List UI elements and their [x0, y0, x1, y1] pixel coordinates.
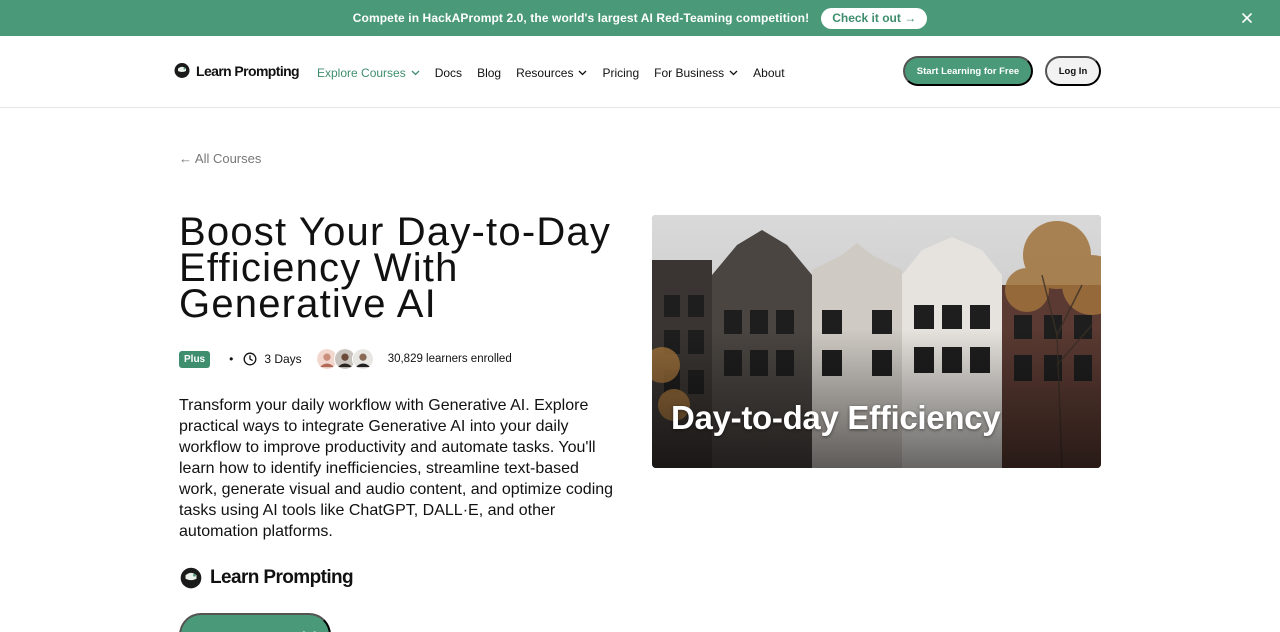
nav-about[interactable]: About [753, 66, 784, 80]
plus-badge: Plus [179, 350, 211, 368]
separator-dot: • [229, 352, 234, 366]
course-duration: 3 Days [264, 352, 302, 366]
banner-text: Compete in HackAPrompt 2.0, the world's … [352, 11, 810, 25]
main-nav: Explore Courses Docs Blog Resources Pric… [317, 66, 800, 80]
nav-label: Blog [477, 66, 502, 80]
log-in-button[interactable]: Log In [1045, 56, 1101, 86]
astronaut-logo-icon [174, 63, 190, 78]
nav-blog[interactable]: Blog [477, 66, 501, 80]
chevron-down-icon [411, 70, 420, 76]
logo-text: Learn Prompting [196, 62, 300, 79]
astronaut-logo-icon [180, 567, 202, 589]
chevron-down-icon [578, 70, 587, 76]
close-icon[interactable] [1238, 9, 1256, 27]
course-title: Boost Your Day-to-Day Efficiency With Ge… [179, 210, 612, 326]
announcement-banner: Compete in HackAPrompt 2.0, the world's … [0, 0, 1280, 36]
learners-count: 30,829 learners enrolled [387, 353, 512, 365]
nav-label: For Business [654, 66, 725, 80]
avatar [351, 348, 374, 370]
chevron-down-icon [729, 70, 738, 76]
nav-label: Pricing [602, 66, 640, 80]
clock-icon [243, 352, 257, 366]
learner-avatars [315, 348, 374, 370]
hero-caption: Day-to-day Efficiency [671, 399, 1001, 436]
nav-pricing[interactable]: Pricing [602, 66, 639, 80]
start-free-trial-button[interactable]: Start Your Free Trial [179, 613, 331, 632]
all-courses-link[interactable]: ← All Courses [179, 151, 261, 166]
site-header: Learn Prompting Explore Courses Docs Blo… [0, 36, 1280, 108]
nav-label: Resources [516, 66, 574, 80]
check-it-out-button[interactable]: Check it out → [821, 7, 928, 29]
nav-label: Explore Courses [317, 66, 406, 80]
nav-docs[interactable]: Docs [435, 66, 462, 80]
provider-logo: Learn Prompting [180, 566, 354, 590]
course-meta: Plus • 3 Days 30,829 learners enrolled [179, 347, 512, 371]
logo-link[interactable]: Learn Prompting [174, 62, 300, 79]
nav-label: Docs [434, 66, 463, 80]
nav-label: About [753, 66, 785, 80]
provider-name: Learn Prompting [210, 567, 354, 588]
start-learning-button[interactable]: Start Learning for Free [903, 56, 1033, 86]
course-description: Transform your daily workflow with Gener… [179, 397, 614, 540]
nav-explore-courses[interactable]: Explore Courses [317, 66, 420, 80]
nav-for-business[interactable]: For Business [654, 66, 738, 80]
course-hero-image: Day-to-day Efficiency [652, 215, 1101, 468]
nav-resources[interactable]: Resources [516, 66, 587, 80]
